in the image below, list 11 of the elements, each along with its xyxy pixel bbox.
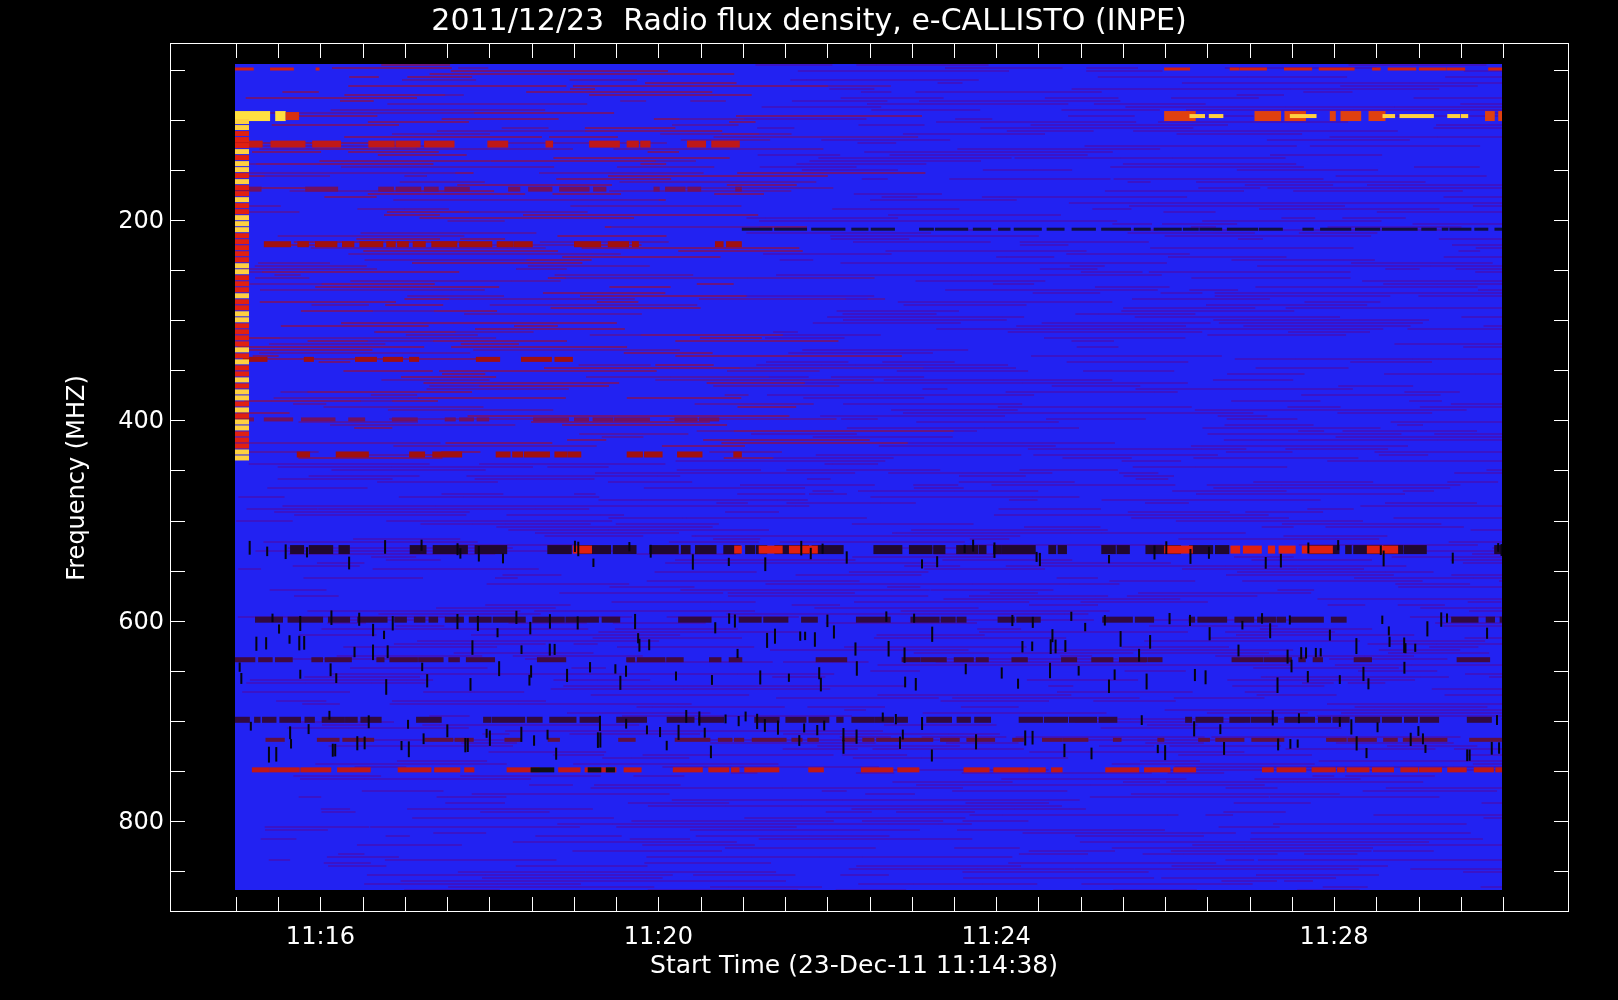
y-tick-label: 800 [118, 806, 164, 835]
y-axis-title: Frequency (MHZ) [62, 375, 90, 581]
x-tick-label: 11:16 [285, 922, 356, 950]
x-tick-label: 11:28 [1299, 922, 1369, 950]
chart-title: 2011/12/23 Radio flux density, e-CALLISTO (INPE) [430, 2, 1188, 37]
y-tick-label: 600 [118, 606, 164, 635]
y-tick-label: 200 [118, 206, 164, 235]
y-tick-label: 400 [118, 406, 164, 435]
x-tick-label: 11:24 [961, 922, 1031, 950]
x-tick-label: 11:20 [623, 922, 693, 950]
x-axis-title: Start Time (23-Dec-11 11:14:38) [649, 950, 1059, 979]
